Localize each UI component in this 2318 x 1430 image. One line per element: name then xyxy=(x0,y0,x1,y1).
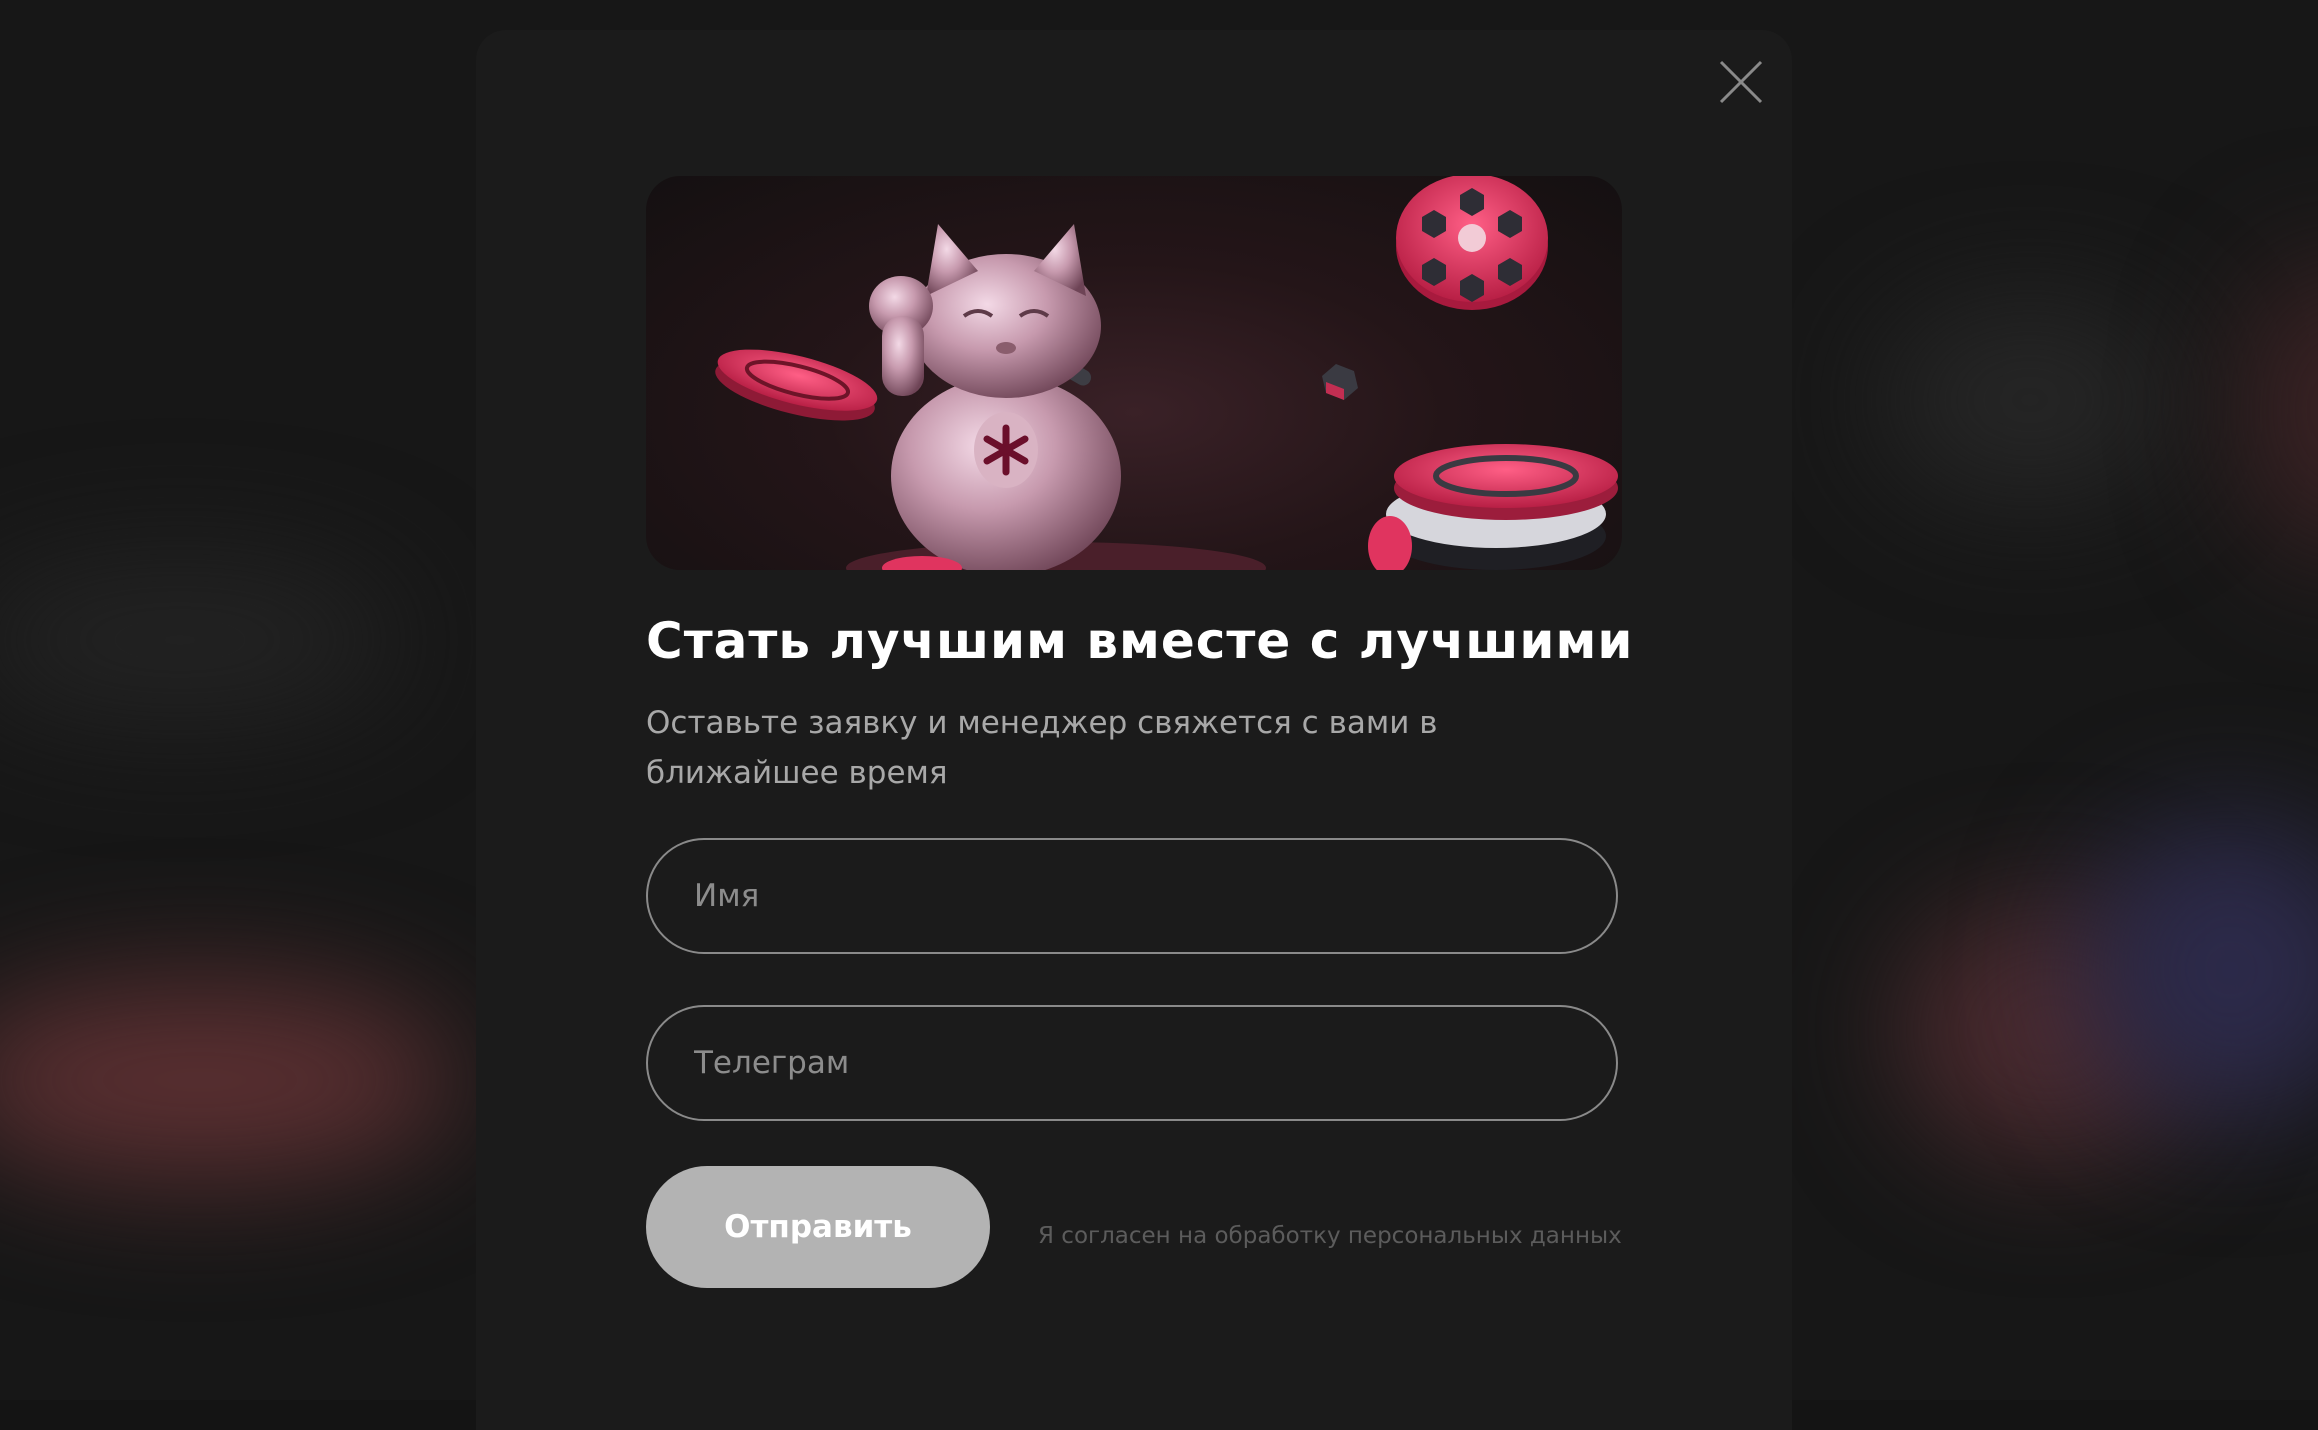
telegram-input[interactable] xyxy=(646,1005,1618,1121)
close-icon xyxy=(1719,60,1763,104)
submit-button[interactable]: Отправить xyxy=(646,1166,990,1288)
backdrop-blur-shape xyxy=(1880,300,2180,500)
backdrop-blur-shape xyxy=(2240,260,2318,560)
consent-text: Я согласен на обработку персональных дан… xyxy=(1038,1223,1622,1249)
hero-image xyxy=(646,176,1622,570)
lead-form-modal: Стать лучшим вместе с лучшими Оставьте з… xyxy=(476,30,1792,1430)
name-input[interactable] xyxy=(646,838,1618,954)
modal-title: Стать лучшим вместе с лучшими xyxy=(646,612,1634,670)
lucky-cat-illustration xyxy=(715,176,1618,570)
backdrop-blur-shape xyxy=(0,560,400,720)
backdrop-blur-shape xyxy=(0,980,460,1180)
modal-subtitle: Оставьте заявку и менеджер свяжется с ва… xyxy=(646,705,1438,791)
close-button[interactable] xyxy=(1713,54,1769,110)
